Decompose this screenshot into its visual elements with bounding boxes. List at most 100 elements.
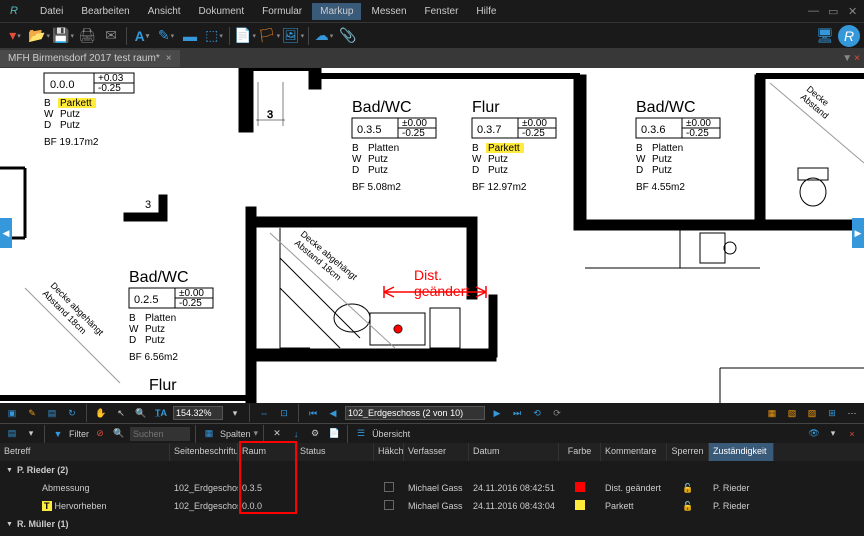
panel-collapse-icon[interactable]: ▾ (23, 426, 39, 442)
col-zustaendigkeit[interactable]: Zuständigkeit (709, 443, 774, 461)
revu-icon[interactable]: R (838, 25, 860, 47)
import-icon[interactable]: ↓ (288, 426, 304, 442)
svg-text:Putz: Putz (488, 154, 508, 165)
svg-text:B: B (636, 143, 643, 154)
tab-pin-icon[interactable]: ▼ (842, 53, 852, 64)
pen-tool[interactable]: ✎ (155, 25, 177, 47)
pan-tool[interactable]: ✋ (93, 405, 109, 421)
layers-icon[interactable]: ▤ (44, 405, 60, 421)
text-select-icon[interactable]: T̲A (153, 405, 169, 421)
monitor-icon[interactable]: 🖥 (814, 25, 836, 47)
print-button[interactable]: 🖨 (76, 25, 98, 47)
highlight-tool[interactable]: ▬ (179, 25, 201, 47)
svg-text:B: B (44, 98, 51, 109)
grid2-icon[interactable]: ▧ (784, 405, 800, 421)
main-toolbar: ▾ 📂 💾 🖨 ✉ A ✎ ▬ ⬚ 📄 🏳 🖼 ☁ 📎 🖥 R (0, 22, 864, 48)
svg-text:3: 3 (145, 199, 151, 211)
more-icon[interactable]: ⋯ (844, 405, 860, 421)
columns-icon[interactable]: ▦ (201, 426, 217, 442)
pdf-icon[interactable]: 📄 (326, 426, 342, 442)
hide-icon[interactable]: 👁 (806, 426, 822, 442)
grid3-icon[interactable]: ▨ (804, 405, 820, 421)
titlebar: R Datei Bearbeiten Ansicht Dokument Form… (0, 0, 864, 22)
overview-icon[interactable]: ☰ (353, 426, 369, 442)
settings-icon[interactable]: ⚙ (307, 426, 323, 442)
col-verfasser[interactable]: Verfasser (404, 443, 469, 461)
search-icon[interactable]: 🔍 (111, 426, 127, 442)
col-sperren[interactable]: Sperren (667, 443, 709, 461)
tab-close-all-icon[interactable]: × (854, 53, 860, 64)
search-input[interactable] (130, 427, 190, 441)
menu-bearbeiten[interactable]: Bearbeiten (73, 3, 137, 20)
col-raum[interactable]: Raum (238, 443, 296, 461)
panel-list-icon[interactable]: ▤ (4, 426, 20, 442)
grid1-icon[interactable]: ▦ (764, 405, 780, 421)
menu-messen[interactable]: Messen (363, 3, 414, 20)
menu-formular[interactable]: Formular (254, 3, 310, 20)
email-button[interactable]: ✉ (100, 25, 122, 47)
fit-page-icon[interactable]: ⊡ (276, 405, 292, 421)
next-page-button[interactable]: ▶ (489, 405, 505, 421)
filter-icon[interactable]: ▼ (50, 426, 66, 442)
last-page-button[interactable]: ⏭ (509, 405, 525, 421)
flag-tool[interactable]: 🏳 (258, 25, 280, 47)
menu-fenster[interactable]: Fenster (417, 3, 467, 20)
image-tool[interactable]: 🖼 (282, 25, 304, 47)
col-betreff[interactable]: Betreff (0, 443, 170, 461)
attach-tool[interactable]: 📎 (337, 25, 359, 47)
table-row[interactable]: THervorheben102_Erdgeschoss0.0.0Michael … (0, 497, 864, 515)
panel-close-icon[interactable]: × (844, 426, 860, 442)
svg-text:Parkett: Parkett (488, 143, 520, 154)
new-file-button[interactable]: ▾ (4, 25, 26, 47)
stamp-tool[interactable]: 📄 (234, 25, 256, 47)
col-hakchen[interactable]: Häkchen (374, 443, 404, 461)
export-icon[interactable]: ✕ (269, 426, 285, 442)
markup-icon[interactable]: ✎ (24, 405, 40, 421)
page-input[interactable] (345, 406, 485, 420)
sync-icon[interactable]: ↻ (64, 405, 80, 421)
clear-filter-icon[interactable]: ⊘ (92, 426, 108, 442)
maximize-button[interactable]: ▭ (828, 5, 840, 17)
menu-dokument[interactable]: Dokument (191, 3, 253, 20)
col-kommentare[interactable]: Kommentare (601, 443, 667, 461)
open-file-button[interactable]: 📂 (28, 25, 50, 47)
group-row[interactable]: P. Rieder (2) (0, 461, 864, 479)
save-button[interactable]: 💾 (52, 25, 74, 47)
zoom-input[interactable] (173, 406, 223, 420)
svg-text:-0.25: -0.25 (402, 128, 425, 139)
zoom-dropdown[interactable]: ▾ (227, 405, 243, 421)
menu-markup[interactable]: Markup (312, 3, 361, 20)
shape-tool[interactable]: ⬚ (203, 25, 225, 47)
col-datum[interactable]: Datum (469, 443, 559, 461)
document-tab[interactable]: MFH Birmensdorf 2017 test raum* × (0, 50, 180, 67)
first-page-button[interactable]: ⏮ (305, 405, 321, 421)
svg-text:BF 4.55m2: BF 4.55m2 (636, 182, 685, 193)
drawing-canvas[interactable]: 0.0.0 +0.03 -0.25 BParkett WPutz DPutz B… (0, 68, 864, 403)
table-row[interactable]: Abmessung102_Erdgeschoss0.3.5Michael Gas… (0, 479, 864, 497)
panel-menu-icon[interactable]: ▾ (825, 426, 841, 442)
menu-datei[interactable]: Datei (32, 3, 71, 20)
left-nav-handle[interactable]: ◀ (0, 218, 12, 248)
prev-view-button[interactable]: ⟲ (529, 405, 545, 421)
right-nav-handle[interactable]: ▶ (852, 218, 864, 248)
close-button[interactable]: ✕ (848, 5, 860, 17)
prev-page-button[interactable]: ◀ (325, 405, 341, 421)
text-tool[interactable]: A (131, 25, 153, 47)
align-icon[interactable]: ⊞ (824, 405, 840, 421)
cloud-tool[interactable]: ☁ (313, 25, 335, 47)
markup-list: Betreff Seitenbeschriftung Raum Status H… (0, 443, 864, 536)
menu-hilfe[interactable]: Hilfe (468, 3, 504, 20)
col-seite[interactable]: Seitenbeschriftung (170, 443, 238, 461)
group-row[interactable]: R. Müller (1) (0, 515, 864, 533)
minimize-button[interactable]: — (808, 5, 820, 17)
col-status[interactable]: Status (296, 443, 374, 461)
svg-text:Platten: Platten (145, 313, 176, 324)
next-view-button[interactable]: ⟳ (549, 405, 565, 421)
zoom-tool[interactable]: 🔍 (133, 405, 149, 421)
col-farbe[interactable]: Farbe (559, 443, 601, 461)
split-view-icon[interactable]: ▣ (4, 405, 20, 421)
fit-width-icon[interactable]: ⇔ (256, 405, 272, 421)
tab-close-icon[interactable]: × (166, 53, 172, 64)
menu-ansicht[interactable]: Ansicht (140, 3, 189, 20)
select-tool[interactable]: ↖ (113, 405, 129, 421)
